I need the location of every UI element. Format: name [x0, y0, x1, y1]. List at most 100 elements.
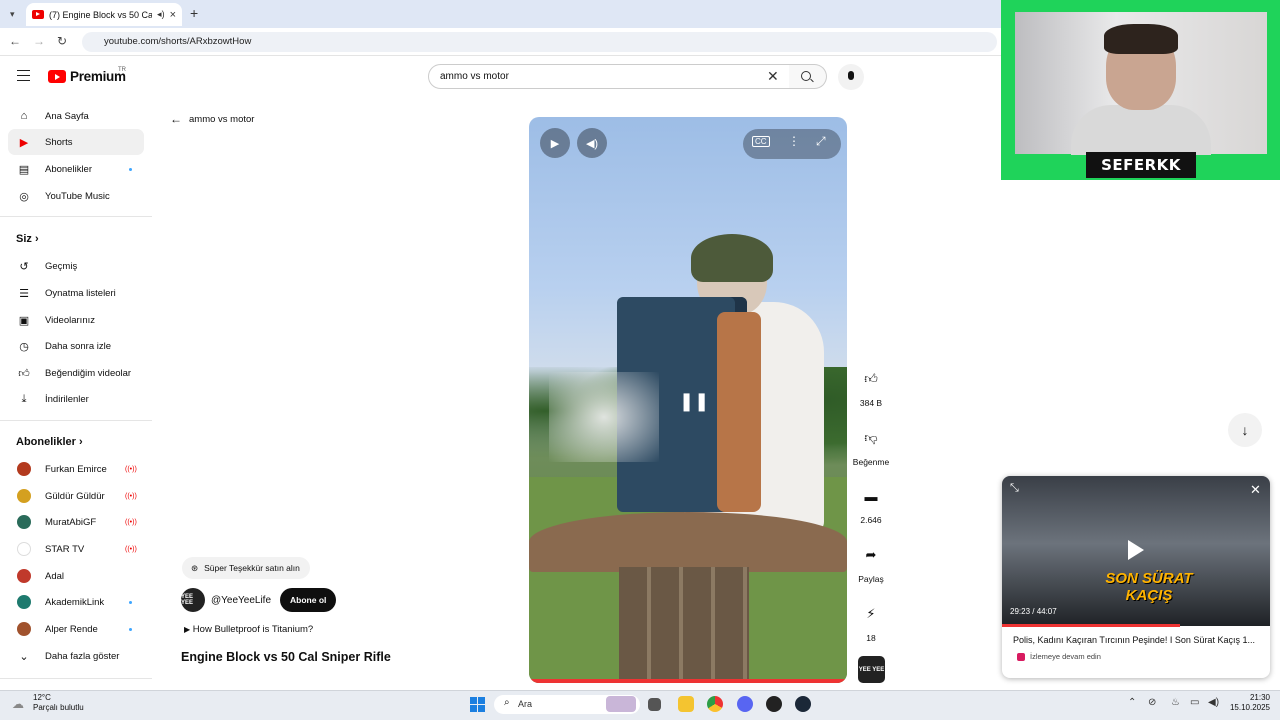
- subscribe-button[interactable]: Abone ol: [280, 588, 337, 612]
- remix-icon: ⚡︎: [866, 606, 876, 621]
- fullscreen-icon[interactable]: ⤢: [816, 134, 826, 149]
- sidebar-item-label: Videolarınız: [45, 314, 95, 326]
- channel-name[interactable]: @YeeYeeLife: [211, 595, 271, 606]
- sidebar-item-history[interactable]: ↺ Geçmiş: [8, 253, 144, 279]
- sidebar-sub-muratabigf[interactable]: MuratAbiGF ((•)): [8, 509, 144, 535]
- live-icon: ((•)): [125, 518, 137, 526]
- mini-play-icon[interactable]: [1128, 540, 1144, 560]
- sidebar-sub-adal[interactable]: Adal: [8, 563, 144, 589]
- new-tab-button[interactable]: +: [190, 5, 198, 21]
- youtube-premium-logo[interactable]: Premium TR: [48, 67, 126, 84]
- search-highlight-icon[interactable]: [606, 696, 636, 712]
- sidebar-item-downloads[interactable]: ⤓ İndirilenler: [8, 386, 144, 412]
- remix-count: 18: [866, 633, 876, 643]
- play-button[interactable]: ▶: [540, 128, 570, 158]
- discord-icon[interactable]: [737, 696, 753, 712]
- next-short-button[interactable]: ↓: [1228, 413, 1262, 447]
- sidebar-item-liked-videos[interactable]: 👍︎ Beğendiğim videolar: [8, 360, 144, 386]
- weather-widget[interactable]: 12°C Parçalı bulutlu: [33, 693, 84, 713]
- speaker-icon[interactable]: ◀): [1208, 697, 1219, 708]
- continue-watching[interactable]: İzlemeye devam edin: [1017, 652, 1101, 661]
- browser-tab[interactable]: (7) Engine Block vs 50 Cal ◂) ×: [26, 3, 182, 26]
- weather-text: Parçalı bulutlu: [33, 703, 84, 712]
- sidebar-sub-furkan-emirce[interactable]: Furkan Emirce ((•)): [8, 456, 144, 482]
- windows-start-icon[interactable]: [470, 697, 485, 712]
- file-explorer-icon[interactable]: [678, 696, 694, 712]
- sidebar-sub-guldur-guldur[interactable]: Güldür Güldür ((•)): [8, 483, 144, 509]
- steam-icon[interactable]: [795, 696, 811, 712]
- sidebar-divider: [0, 216, 152, 217]
- search-input[interactable]: ammo vs motor: [428, 64, 792, 89]
- url-field[interactable]: youtube.com/shorts/ARxbzowtHow: [82, 32, 997, 52]
- tab-list-icon[interactable]: ▾: [10, 9, 15, 20]
- tray-app-icon[interactable]: ⊘: [1148, 697, 1156, 708]
- app-icon[interactable]: [766, 696, 782, 712]
- like-button[interactable]: 👍︎ 384 B: [849, 364, 893, 408]
- clock-time: 21:30: [1249, 693, 1270, 702]
- audio-source-thumbnail[interactable]: YEE YEE: [858, 656, 885, 683]
- tray-chevron-icon[interactable]: ⌃: [1128, 697, 1136, 708]
- super-thanks-button[interactable]: ⊛ Süper Teşekkür satın alın: [182, 557, 310, 579]
- webcam-overlay: SEFERKK: [1001, 0, 1280, 180]
- sidebar-item-label: Furkan Emirce: [45, 463, 107, 475]
- sidebar-you-heading[interactable]: Siz ›: [16, 233, 39, 245]
- network-icon[interactable]: ▭: [1190, 697, 1199, 708]
- video-progress-bar[interactable]: [529, 679, 847, 683]
- voice-search-button[interactable]: [838, 64, 864, 90]
- sidebar-item-watch-later[interactable]: ◷ Daha sonra izle: [8, 333, 144, 359]
- captions-icon[interactable]: CC: [752, 136, 770, 147]
- back-to-search-button[interactable]: ← ammo vs motor: [170, 112, 254, 126]
- suggested-video-link[interactable]: ▶ How Bulletproof is Titanium?: [184, 624, 313, 635]
- sidebar-item-music[interactable]: ◎ YouTube Music: [8, 183, 144, 209]
- reload-icon[interactable]: ↻: [57, 34, 67, 48]
- like-count: 384 B: [859, 398, 883, 408]
- avatar: [17, 595, 31, 609]
- taskbar-clock[interactable]: 21:30 15.10.2025: [1226, 693, 1270, 713]
- sidebar-sub-akademiklink[interactable]: AkademikLink: [8, 589, 144, 615]
- more-options-icon[interactable]: ⋮: [788, 134, 800, 148]
- avatar: [17, 515, 31, 529]
- share-button[interactable]: ➦ Paylaş: [849, 540, 893, 584]
- sidebar-item-subscriptions[interactable]: ▤ Abonelikler: [8, 156, 144, 182]
- comment-icon: ▬: [864, 488, 878, 504]
- mini-player[interactable]: SON SÜRAT KAÇIŞ 29:23 / 44:07 ⤡ ✕ Polis,…: [1002, 476, 1270, 678]
- play-triangle-icon: ▶: [184, 625, 191, 634]
- tab-audio-icon[interactable]: ◂): [157, 9, 165, 20]
- back-arrow-icon[interactable]: ←: [9, 34, 21, 48]
- remix-button[interactable]: ⚡︎ 18: [849, 599, 893, 643]
- streamer-name: SEFERKK: [1086, 152, 1196, 178]
- menu-icon[interactable]: [17, 70, 30, 81]
- task-view-icon[interactable]: [648, 698, 661, 711]
- sidebar-item-label: Geçmiş: [45, 260, 78, 272]
- clear-search-icon[interactable]: ✕: [767, 68, 779, 85]
- search-button[interactable]: [789, 64, 827, 89]
- channel-avatar[interactable]: YEE YEE: [181, 588, 205, 612]
- sidebar-item-label: AkademikLink: [45, 596, 105, 608]
- chrome-icon[interactable]: [707, 696, 723, 712]
- tab-title: (7) Engine Block vs 50 Cal: [49, 9, 153, 20]
- pause-icon[interactable]: ❚❚: [679, 391, 709, 412]
- sidebar-sub-alper-rende[interactable]: Alper Rende: [8, 616, 144, 642]
- sidebar-item-playlists[interactable]: ☰ Oynatma listeleri: [8, 280, 144, 306]
- expand-icon[interactable]: ⤡: [1010, 482, 1019, 495]
- forward-arrow-icon[interactable]: →: [33, 34, 45, 48]
- sidebar-item-label: Daha fazla göster: [45, 650, 120, 662]
- sidebar-show-more[interactable]: ⌄ Daha fazla göster: [8, 643, 144, 669]
- comments-button[interactable]: ▬ 2.646: [849, 481, 893, 526]
- close-icon[interactable]: ✕: [1250, 482, 1261, 498]
- tab-close-icon[interactable]: ×: [170, 9, 176, 21]
- volume-icon[interactable]: ◀): [577, 128, 607, 158]
- arrow-left-icon: ←: [170, 112, 182, 126]
- sidebar-item-shorts[interactable]: ▶ Shorts: [8, 129, 144, 155]
- mini-progress-bar[interactable]: [1002, 624, 1181, 627]
- music-icon: ◎: [19, 190, 29, 203]
- sidebar-item-your-videos[interactable]: ▣ Videolarınız: [8, 307, 144, 333]
- sidebar-sub-star-tv[interactable]: STAR TV ((•)): [8, 536, 144, 562]
- dislike-button[interactable]: 👎︎ Beğenme: [849, 423, 893, 467]
- sidebar-item-home[interactable]: ⌂ Ana Sayfa: [8, 103, 144, 129]
- clock-date: 15.10.2025: [1229, 703, 1270, 712]
- comment-count: 2.646: [860, 515, 882, 525]
- sidebar-subscriptions-heading[interactable]: Abonelikler ›: [16, 436, 83, 448]
- tray-app-icon[interactable]: ♨: [1171, 697, 1180, 708]
- sidebar-item-label: MuratAbiGF: [45, 516, 97, 528]
